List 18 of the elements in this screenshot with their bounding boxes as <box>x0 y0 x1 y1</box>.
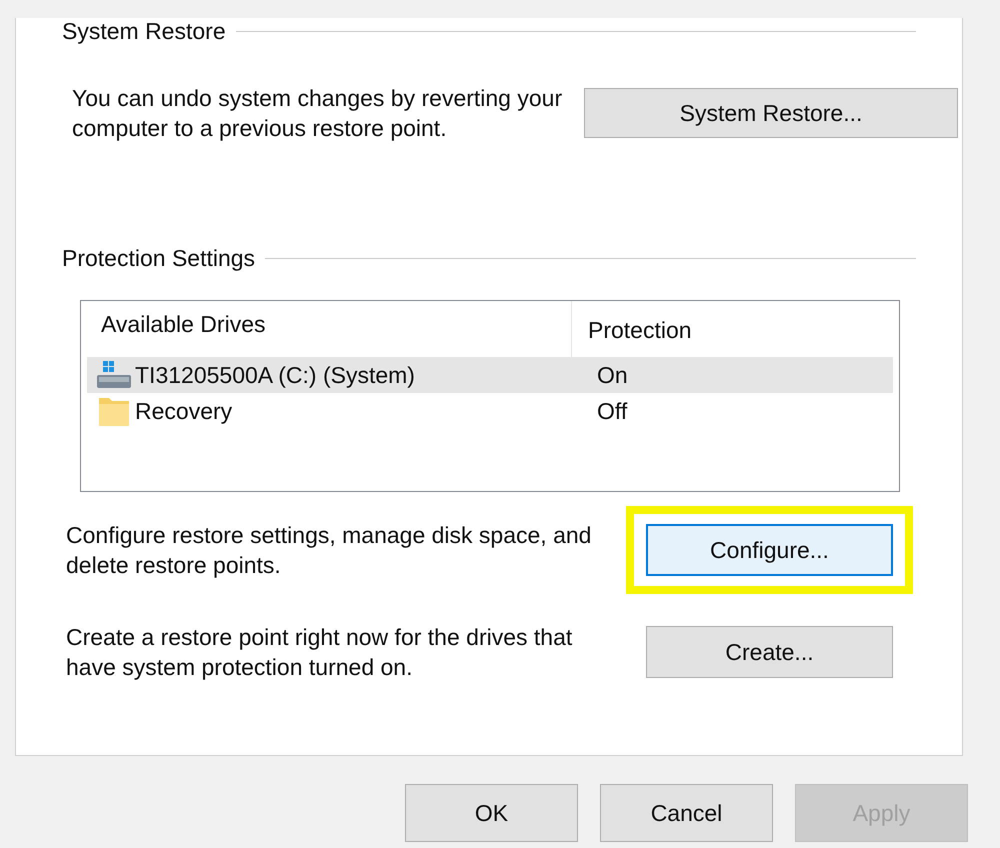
drive-icon <box>97 361 131 389</box>
group-title: System Restore <box>62 18 226 45</box>
dialog-button[interactable]: Cancel <box>600 784 773 842</box>
action-button[interactable]: Configure... <box>646 524 893 576</box>
column-header[interactable]: Protection <box>572 301 692 357</box>
description-text: You can undo system changes by reverting your computer to a previous restore point. <box>72 84 564 143</box>
protection-status: On <box>596 362 628 388</box>
drive-row[interactable]: Recovery Off <box>87 393 893 429</box>
group-title: Protection Settings <box>62 245 256 272</box>
description-text: Create a restore point right now for the drives that have system protection turned on. <box>66 623 574 682</box>
description-text: Configure restore settings, manage disk space, and delete restore points. <box>66 521 592 580</box>
drive-row[interactable]: TI31205500A (C:) (System) On <box>87 357 893 393</box>
dialog-button[interactable]: OK <box>405 784 578 842</box>
drive-name: TI31205500A (C:) (System) <box>135 362 415 388</box>
action-button[interactable]: Create... <box>646 626 893 678</box>
drive-name: Recovery <box>135 398 232 424</box>
system-restore-button[interactable]: System Restore... <box>584 88 958 138</box>
protection-status: Off <box>596 398 628 424</box>
